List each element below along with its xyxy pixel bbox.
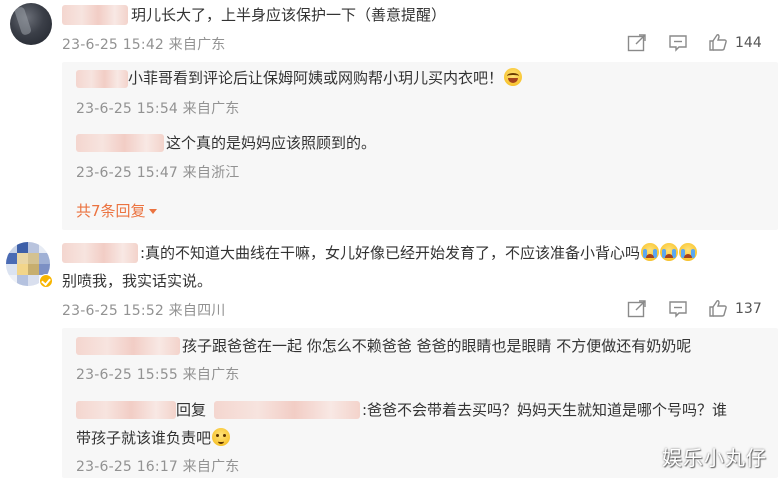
reply-time: 23-6-25 15:47 来自浙江 bbox=[76, 165, 240, 181]
comment-time: 23-6-25 15:52 来自四川 bbox=[62, 303, 226, 319]
caret-down-icon bbox=[148, 209, 157, 214]
shy-emoji bbox=[212, 428, 231, 446]
reply-text: :爸爸不会带着去买吗？妈妈天生就知道是哪个号吗？谁 bbox=[362, 401, 728, 419]
verified-badge-icon bbox=[39, 274, 53, 288]
like-count: 144 bbox=[735, 35, 762, 51]
comment-text: 玥儿长大了，上半身应该保护一下（善意提醒） bbox=[131, 6, 447, 24]
share-icon[interactable] bbox=[627, 300, 647, 318]
like-icon[interactable] bbox=[708, 33, 728, 52]
crying-emoji bbox=[660, 243, 679, 261]
username-blurred[interactable] bbox=[76, 401, 176, 419]
comment-text-line2: 别喷我，我实话实说。 bbox=[62, 272, 213, 290]
username-blurred[interactable] bbox=[62, 243, 138, 263]
like-icon[interactable] bbox=[708, 299, 728, 318]
more-replies-link[interactable]: 共7条回复 bbox=[76, 200, 157, 221]
comment-time: 23-6-25 15:42 来自广东 bbox=[62, 37, 226, 53]
reply-text: 孩子跟爸爸在一起 你怎么不赖爸爸 爸爸的眼睛也是眼睛 不方便做还有奶奶呢 bbox=[182, 337, 692, 355]
comment-icon[interactable] bbox=[668, 34, 688, 52]
reply-time: 23-6-25 15:55 来自广东 bbox=[76, 367, 240, 383]
username-blurred[interactable] bbox=[76, 70, 128, 88]
reply-target-username-blurred[interactable] bbox=[214, 401, 360, 419]
reply-time: 23-6-25 16:17 来自广东 bbox=[76, 459, 240, 475]
like-count: 137 bbox=[735, 301, 762, 317]
comment-text: :真的不知道大曲线在干嘛，女儿好像已经开始发育了，不应该准备小背心吗 bbox=[140, 243, 698, 263]
crying-emoji bbox=[641, 243, 660, 261]
reply-text-line2: 带孩子就该谁负责吧 bbox=[76, 428, 231, 448]
reply-text: 小菲哥看到评论后让保姆阿姨或网购帮小玥儿买内衣吧！ bbox=[128, 68, 523, 88]
comment-icon[interactable] bbox=[668, 300, 688, 318]
crying-emoji bbox=[679, 243, 698, 261]
laughing-crying-emoji bbox=[504, 68, 523, 86]
watermark: 娱乐小丸仔 bbox=[662, 446, 767, 470]
reply-word: 回复 bbox=[176, 401, 207, 419]
username-blurred[interactable] bbox=[76, 337, 180, 355]
reply-time: 23-6-25 15:54 来自广东 bbox=[76, 101, 240, 117]
avatar[interactable] bbox=[10, 3, 52, 45]
share-icon[interactable] bbox=[627, 34, 647, 52]
username-blurred[interactable] bbox=[76, 134, 164, 152]
username-blurred[interactable] bbox=[62, 5, 128, 25]
reply-text: 这个真的是妈妈应该照顾到的。 bbox=[166, 134, 377, 152]
